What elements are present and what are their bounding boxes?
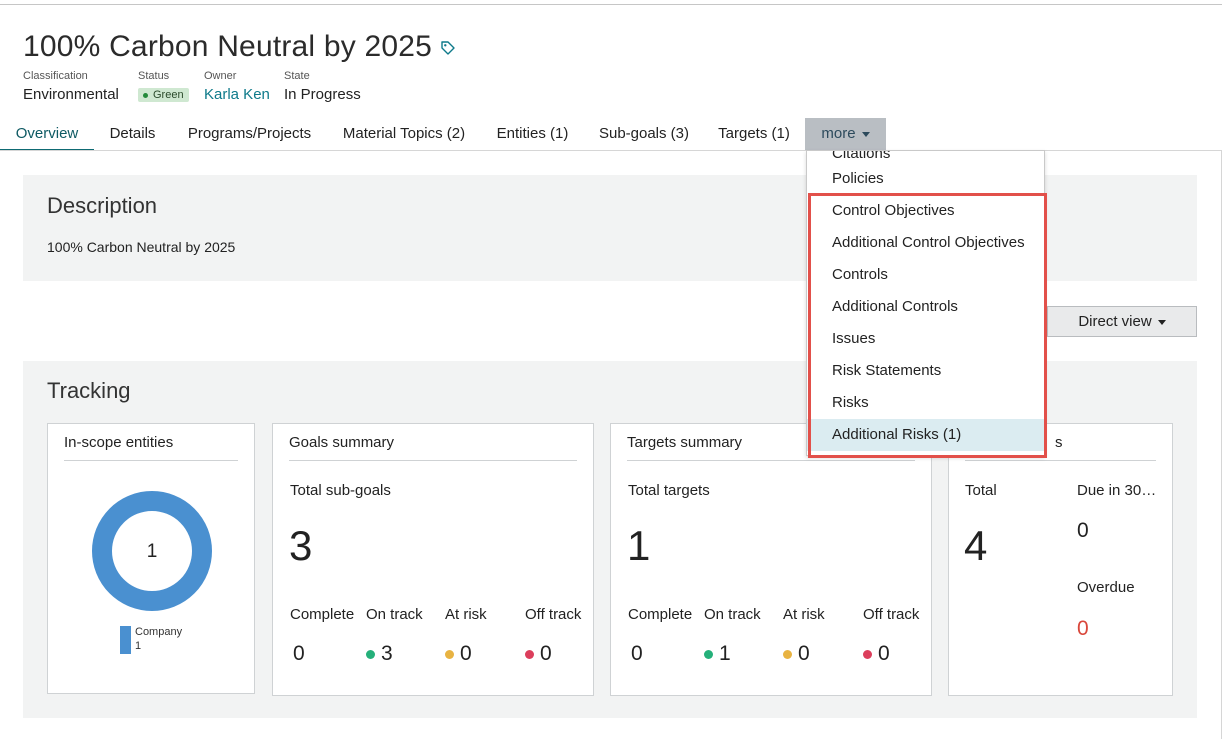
page-title: 100% Carbon Neutral by 2025 xyxy=(23,30,432,63)
status-field: Status Green xyxy=(138,70,189,103)
tracking-heading: Tracking xyxy=(47,378,131,403)
classification-label: Classification xyxy=(23,70,88,82)
state-field: State In Progress xyxy=(284,70,361,103)
stat-on-track-value[interactable]: 1 xyxy=(704,642,731,666)
stat-complete-label: Complete xyxy=(290,606,355,623)
overdue-number: 0 xyxy=(1077,617,1089,640)
in-scope-title: In-scope entities xyxy=(64,434,238,461)
tab-material-topics[interactable]: Material Topics (2) xyxy=(328,118,480,151)
owner-link[interactable]: Karla Ken xyxy=(204,86,270,103)
stat-complete-value: 0 xyxy=(293,642,305,666)
total-targets-label: Total targets xyxy=(628,482,710,499)
in-scope-entities-card: In-scope entities 1 Company 1 xyxy=(47,423,255,694)
stat-on-track-label: On track xyxy=(704,606,761,623)
state-value: In Progress xyxy=(284,86,361,103)
stat-on-track-label: On track xyxy=(366,606,423,623)
total-targets-value: 1 xyxy=(627,522,651,569)
status-value: Green xyxy=(153,89,184,101)
stat-at-risk-number: 0 xyxy=(798,642,810,665)
at-risk-dot-icon xyxy=(783,649,792,659)
owner-label: Owner xyxy=(204,70,237,82)
stat-on-track-number: 1 xyxy=(719,642,731,665)
tab-targets[interactable]: Targets (1) xyxy=(703,118,805,151)
caret-down-icon xyxy=(1157,319,1166,325)
tab-sub-goals[interactable]: Sub-goals (3) xyxy=(585,118,703,151)
status-badge: Green xyxy=(138,88,189,102)
total-label: Total xyxy=(965,482,997,499)
due-in-30-value[interactable]: 0 xyxy=(1077,519,1089,543)
stat-off-track-number: 0 xyxy=(878,642,890,665)
stat-complete-number: 0 xyxy=(293,642,305,665)
menu-item-controls[interactable]: Controls xyxy=(807,259,1044,291)
stat-off-track-value[interactable]: 0 xyxy=(525,642,552,666)
description-heading: Description xyxy=(47,193,158,218)
menu-item-risk-statements[interactable]: Risk Statements xyxy=(807,355,1044,387)
total-sub-goals-label: Total sub-goals xyxy=(290,482,391,499)
donut-center-value: 1 xyxy=(147,541,158,562)
goals-summary-title: Goals summary xyxy=(289,434,577,461)
state-label: State xyxy=(284,70,310,82)
stat-complete-label: Complete xyxy=(628,606,693,623)
legend-label: Company xyxy=(135,626,183,638)
stat-at-risk-number: 0 xyxy=(460,642,472,665)
stat-complete-number: 0 xyxy=(631,642,643,665)
stat-at-risk-label: At risk xyxy=(783,606,825,623)
stat-at-risk-label: At risk xyxy=(445,606,487,623)
due-in-30-number: 0 xyxy=(1077,519,1089,542)
direct-view-dropdown[interactable]: Direct view xyxy=(1047,306,1197,337)
legend-swatch xyxy=(120,626,131,654)
classification-field: Classification Environmental xyxy=(23,70,119,103)
stat-complete-value: 0 xyxy=(631,642,643,666)
tab-programs-projects[interactable]: Programs/Projects xyxy=(171,118,328,151)
entities-donut-chart[interactable]: 1 xyxy=(91,490,213,612)
legend-value: 1 xyxy=(135,640,142,652)
menu-item-risks[interactable]: Risks xyxy=(807,387,1044,419)
on-track-dot-icon xyxy=(366,649,375,659)
due-in-30-label: Due in 30… xyxy=(1077,482,1157,499)
more-dropdown-menu: Citations Policies Control Objectives Ad… xyxy=(806,150,1045,456)
menu-item-policies[interactable]: Policies xyxy=(807,163,1044,195)
classification-value: Environmental xyxy=(23,86,119,103)
off-track-dot-icon xyxy=(863,649,872,659)
on-track-dot-icon xyxy=(704,649,713,659)
top-divider xyxy=(0,4,1222,5)
tab-details[interactable]: Details xyxy=(94,118,171,151)
tab-entities[interactable]: Entities (1) xyxy=(480,118,585,151)
goals-summary-card: Goals summary Total sub-goals 3 Complete… xyxy=(272,423,594,696)
stat-on-track-value[interactable]: 3 xyxy=(366,642,393,666)
stat-off-track-value[interactable]: 0 xyxy=(863,642,890,666)
direct-view-label: Direct view xyxy=(1078,313,1152,330)
stat-on-track-number: 3 xyxy=(381,642,393,665)
tab-more-label: more xyxy=(821,125,856,142)
overdue-label: Overdue xyxy=(1077,579,1135,596)
off-track-dot-icon xyxy=(525,649,534,659)
targets-summary-card: Targets summary Total targets 1 Complete… xyxy=(610,423,932,696)
description-text: 100% Carbon Neutral by 2025 xyxy=(47,239,236,255)
menu-item-control-objectives[interactable]: Control Objectives xyxy=(807,195,1044,227)
stat-off-track-label: Off track xyxy=(863,606,920,623)
menu-item-additional-control-objectives[interactable]: Additional Control Objectives xyxy=(807,227,1044,259)
stat-at-risk-value[interactable]: 0 xyxy=(445,642,472,666)
stat-at-risk-value[interactable]: 0 xyxy=(783,642,810,666)
tab-overview[interactable]: Overview xyxy=(0,118,94,151)
tab-more-dropdown[interactable]: more xyxy=(805,118,886,151)
stat-off-track-label: Off track xyxy=(525,606,582,623)
fourth-summary-card: s Total 4 Due in 30… 0 Overdue 0 xyxy=(948,423,1173,696)
owner-field: Owner Karla Ken xyxy=(204,70,270,103)
total-sub-goals-value: 3 xyxy=(289,522,313,569)
status-label: Status xyxy=(138,70,170,82)
tag-icon[interactable] xyxy=(440,40,456,56)
caret-down-icon xyxy=(861,131,870,137)
status-dot-icon xyxy=(143,92,148,98)
at-risk-dot-icon xyxy=(445,649,454,659)
overdue-value[interactable]: 0 xyxy=(1077,617,1089,641)
menu-item-additional-controls[interactable]: Additional Controls xyxy=(807,291,1044,323)
stat-off-track-number: 0 xyxy=(540,642,552,665)
menu-item-additional-risks[interactable]: Additional Risks (1) xyxy=(807,419,1044,451)
total-value: 4 xyxy=(964,522,988,569)
menu-item-issues[interactable]: Issues xyxy=(807,323,1044,355)
